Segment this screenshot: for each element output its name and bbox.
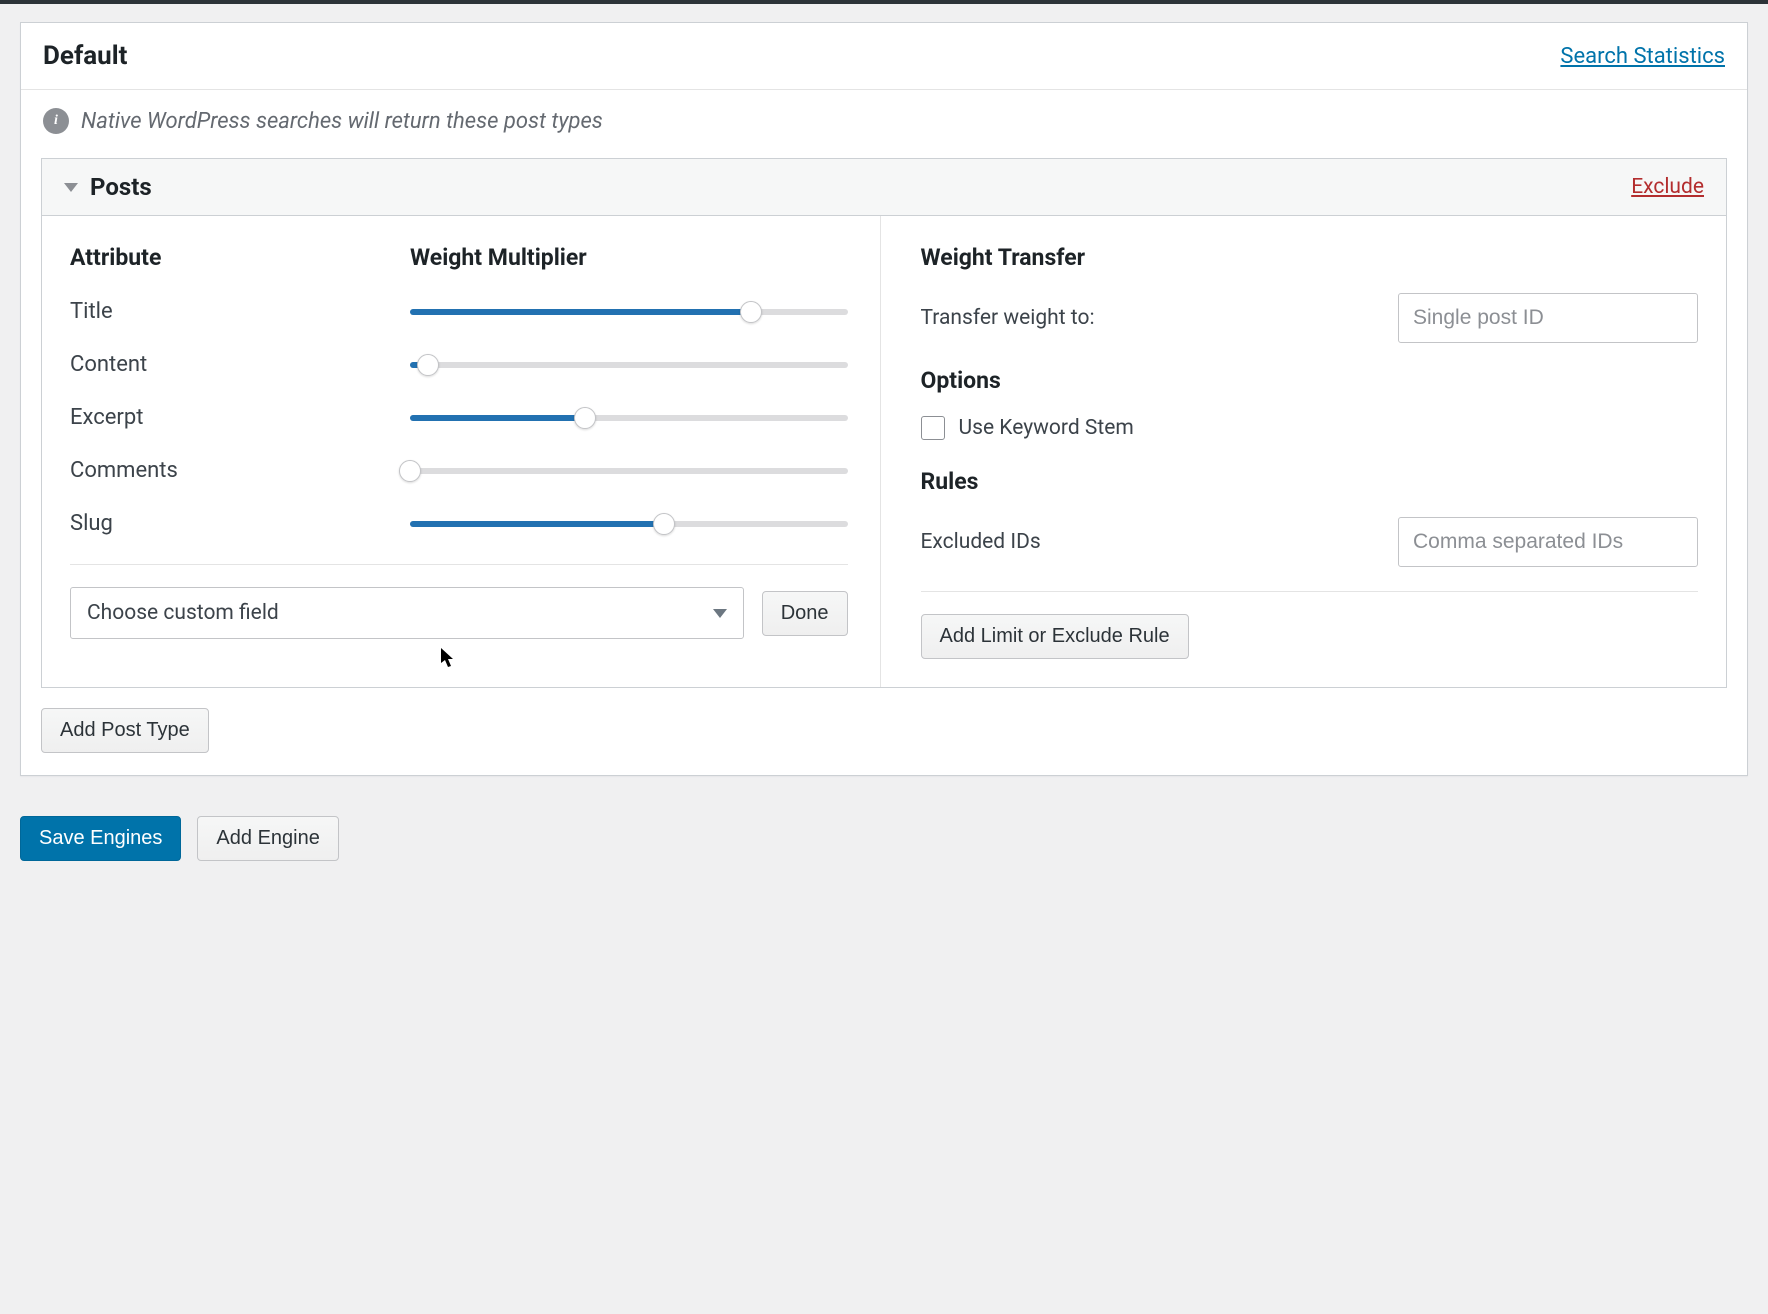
options-column: Weight Transfer Transfer weight to: Opti… <box>881 216 1727 687</box>
attribute-label: Excerpt <box>70 405 410 430</box>
custom-field-row: Choose custom field Done <box>70 587 848 639</box>
custom-field-placeholder: Choose custom field <box>87 601 279 625</box>
save-engines-button[interactable]: Save Engines <box>20 816 181 861</box>
slider-thumb[interactable] <box>740 301 762 323</box>
slider-thumb[interactable] <box>653 513 675 535</box>
attribute-row: Content <box>70 352 848 377</box>
search-statistics-link[interactable]: Search Statistics <box>1560 44 1725 69</box>
post-type-box: Posts Exclude Attribute Weight Multiplie… <box>41 158 1727 688</box>
exclude-link[interactable]: Exclude <box>1631 175 1704 199</box>
engine-title: Default <box>43 41 127 71</box>
add-rule-button[interactable]: Add Limit or Exclude Rule <box>921 614 1189 659</box>
rules-heading: Rules <box>921 468 1699 495</box>
panel-header: Default Search Statistics <box>21 23 1747 90</box>
slider-fill <box>410 415 585 421</box>
excluded-ids-input[interactable] <box>1398 517 1698 567</box>
weight-slider[interactable] <box>410 409 848 427</box>
attribute-row: Excerpt <box>70 405 848 430</box>
keyword-stem-checkbox[interactable] <box>921 416 945 440</box>
footer-actions: Save Engines Add Engine <box>20 816 1748 861</box>
post-type-body: Attribute Weight Multiplier Title Content… <box>42 216 1726 687</box>
slider-fill <box>410 521 664 527</box>
attribute-label: Title <box>70 299 410 324</box>
post-type-header[interactable]: Posts Exclude <box>42 159 1726 216</box>
attribute-label: Content <box>70 352 410 377</box>
excluded-ids-row: Excluded IDs <box>921 517 1699 567</box>
options-heading: Options <box>921 367 1699 394</box>
add-engine-button[interactable]: Add Engine <box>197 816 338 861</box>
divider <box>921 591 1699 592</box>
slider-thumb[interactable] <box>417 354 439 376</box>
attribute-label: Slug <box>70 511 410 536</box>
transfer-weight-input[interactable] <box>1398 293 1698 343</box>
attribute-row: Comments <box>70 458 848 483</box>
info-row: i Native WordPress searches will return … <box>21 90 1747 146</box>
slider-track <box>410 468 848 474</box>
slider-track <box>410 362 848 368</box>
keyword-stem-label: Use Keyword Stem <box>959 416 1134 440</box>
info-icon: i <box>43 108 69 134</box>
keyword-stem-row[interactable]: Use Keyword Stem <box>921 416 1699 440</box>
done-button[interactable]: Done <box>762 591 848 636</box>
attribute-row: Slug <box>70 511 848 536</box>
weight-slider[interactable] <box>410 462 848 480</box>
slider-thumb[interactable] <box>399 460 421 482</box>
caret-down-icon <box>713 609 727 618</box>
weight-transfer-heading: Weight Transfer <box>921 244 1699 271</box>
attribute-heading: Attribute <box>70 244 410 271</box>
top-strip <box>0 0 1768 4</box>
custom-field-select[interactable]: Choose custom field <box>70 587 744 639</box>
slider-thumb[interactable] <box>574 407 596 429</box>
info-text: Native WordPress searches will return th… <box>81 109 603 134</box>
chevron-down-icon <box>64 183 78 192</box>
add-post-type-button[interactable]: Add Post Type <box>41 708 209 753</box>
post-type-title: Posts <box>90 173 152 201</box>
engine-panel: Default Search Statistics i Native WordP… <box>20 22 1748 776</box>
attribute-row: Title <box>70 299 848 324</box>
weight-slider[interactable] <box>410 356 848 374</box>
transfer-weight-row: Transfer weight to: <box>921 293 1699 343</box>
attribute-label: Comments <box>70 458 410 483</box>
slider-fill <box>410 309 751 315</box>
weight-heading: Weight Multiplier <box>410 244 587 271</box>
transfer-weight-label: Transfer weight to: <box>921 306 1095 330</box>
attributes-column: Attribute Weight Multiplier Title Content… <box>42 216 881 687</box>
divider <box>70 564 848 565</box>
weight-slider[interactable] <box>410 303 848 321</box>
weight-slider[interactable] <box>410 515 848 533</box>
excluded-ids-label: Excluded IDs <box>921 530 1041 554</box>
